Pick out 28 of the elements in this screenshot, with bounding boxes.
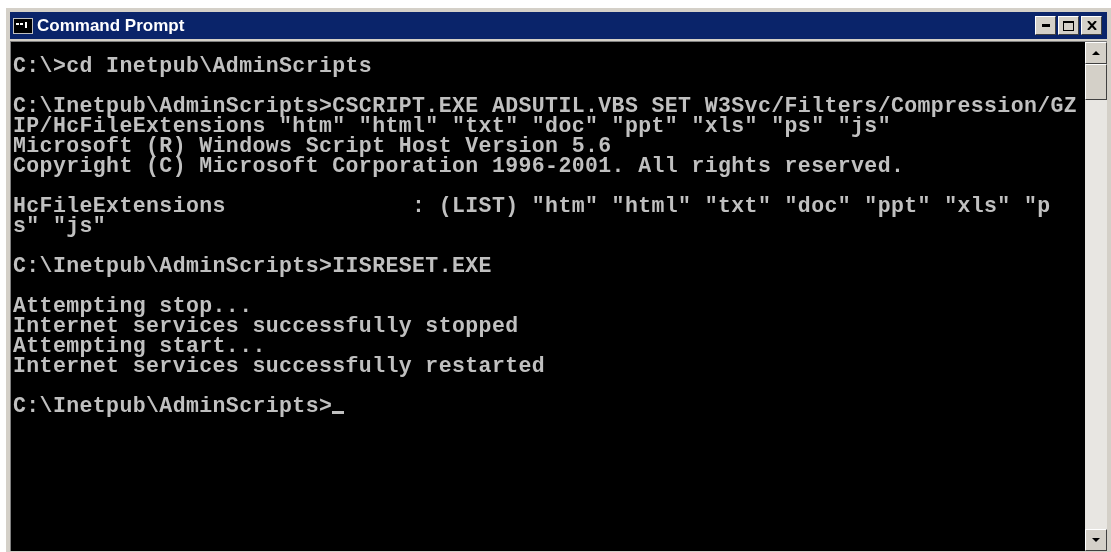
minimize-icon bbox=[1041, 24, 1050, 27]
console-line: Microsoft (R) Windows Script Host Version 5.6 bbox=[13, 136, 612, 156]
scroll-up-button[interactable] bbox=[1085, 42, 1107, 64]
down-arrow-icon bbox=[1092, 538, 1100, 542]
scroll-down-button[interactable] bbox=[1085, 529, 1107, 551]
console-line: C:\Inetpub\AdminScripts> bbox=[13, 396, 333, 416]
console-line: C:\>cd Inetpub\AdminScripts bbox=[13, 56, 373, 76]
console-line: HcFileExtensions : (LIST) "htm" "html" "txt" "doc" "ppt" "xls" "p bbox=[13, 196, 1051, 216]
maximize-icon bbox=[1063, 20, 1074, 31]
up-arrow-icon bbox=[1092, 51, 1100, 55]
console-line: s" "js" bbox=[13, 216, 107, 236]
maximize-button[interactable] bbox=[1058, 16, 1079, 35]
console-line: Internet services successfully stopped bbox=[13, 316, 519, 336]
close-icon bbox=[1086, 21, 1097, 30]
console-line: Internet services successfully restarted bbox=[13, 356, 546, 376]
window-title: Command Prompt bbox=[37, 14, 186, 37]
console-app-icon bbox=[13, 17, 33, 34]
console-line: C:\Inetpub\AdminScripts>IISRESET.EXE bbox=[13, 256, 492, 276]
vertical-scrollbar[interactable] bbox=[1085, 42, 1107, 551]
close-button[interactable] bbox=[1081, 16, 1102, 35]
console-line: Attempting start... bbox=[13, 336, 266, 356]
minimize-button[interactable] bbox=[1035, 16, 1056, 35]
console-line: Attempting stop... bbox=[13, 296, 253, 316]
console-line: IP/HcFileExtensions "htm" "html" "txt" "doc" "ppt" "xls" "ps" "js" bbox=[13, 116, 891, 136]
scroll-thumb[interactable] bbox=[1085, 64, 1107, 100]
console-line: Copyright (C) Microsoft Corporation 1996-2001. All rights reserved. bbox=[13, 156, 905, 176]
console-line: C:\Inetpub\AdminScripts>CSCRIPT.EXE ADSUTIL.VBS SET W3Svc/Filters/Compression/GZ bbox=[13, 96, 1078, 116]
text-cursor bbox=[332, 411, 345, 414]
